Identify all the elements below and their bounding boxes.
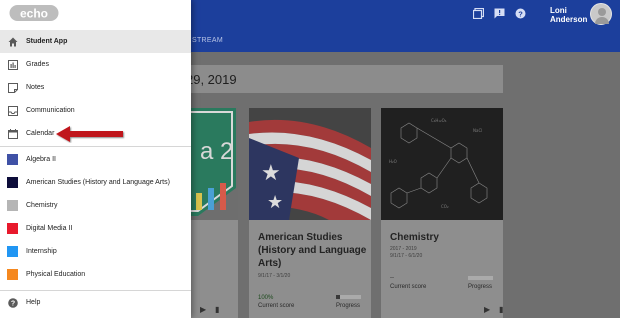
tab-stream[interactable]: STREAM bbox=[192, 37, 223, 44]
nav-course-chemistry[interactable]: Chemistry bbox=[0, 194, 191, 217]
american-studies-progress-label: Progress bbox=[336, 303, 361, 309]
course-color-swatch bbox=[7, 200, 18, 211]
algebra-card-actions: ▶ ▮ bbox=[200, 305, 224, 314]
nav-label: Notes bbox=[26, 84, 45, 91]
american-studies-dates: 9/1/17 - 3/1/20 bbox=[258, 273, 291, 279]
nav-course-physical-education[interactable]: Physical Education bbox=[0, 263, 191, 286]
course-card-chemistry[interactable]: C₆H₁₂O₆ H₂O NaCl CO₂ Chemistry 2017 - 20… bbox=[381, 108, 503, 318]
american-studies-progress-fill bbox=[336, 295, 340, 299]
nav-label: Grades bbox=[26, 61, 49, 68]
avatar[interactable] bbox=[590, 3, 612, 25]
chemistry-score-label: Current score bbox=[390, 284, 427, 290]
user-name[interactable]: Loni Anderson bbox=[550, 6, 587, 24]
svg-text:CO₂: CO₂ bbox=[441, 204, 449, 209]
gallery-icon[interactable] bbox=[472, 7, 485, 20]
svg-text:C₆H₁₂O₆: C₆H₁₂O₆ bbox=[431, 118, 447, 123]
american-flag-image: ★ ★ bbox=[249, 108, 371, 220]
note-icon bbox=[7, 82, 18, 93]
stats-icon[interactable]: ▮ bbox=[499, 305, 508, 314]
chemistry-progress-bar bbox=[468, 276, 493, 280]
nav-course-algebra-ii[interactable]: Algebra II bbox=[0, 148, 191, 171]
course-color-swatch bbox=[7, 223, 18, 234]
course-color-swatch bbox=[7, 246, 18, 257]
feedback-icon[interactable] bbox=[494, 8, 505, 19]
current-date: 29, 2019 bbox=[186, 72, 237, 87]
home-icon bbox=[7, 36, 18, 47]
play-icon[interactable]: ▶ bbox=[200, 305, 209, 314]
course-color-swatch bbox=[7, 177, 18, 188]
american-studies-title[interactable]: American Studies (History and Language A… bbox=[258, 231, 368, 270]
chemistry-year: 2017 - 2019 bbox=[390, 246, 417, 252]
navigation-drawer: echo Student App Grades Notes Communicat… bbox=[0, 0, 191, 318]
chemistry-score: -- bbox=[390, 275, 394, 281]
nav-label: Student App bbox=[26, 38, 68, 45]
nav-notes[interactable]: Notes bbox=[0, 76, 191, 99]
header-icon-group: ? bbox=[472, 7, 526, 20]
nav-student-app[interactable]: Student App bbox=[0, 30, 191, 53]
calendar-icon bbox=[7, 128, 18, 139]
nav-grades[interactable]: Grades bbox=[0, 53, 191, 76]
stats-icon[interactable]: ▮ bbox=[215, 305, 224, 314]
play-icon[interactable]: ▶ bbox=[484, 305, 493, 314]
nav-course-american-studies[interactable]: American Studies (History and Language A… bbox=[0, 171, 191, 194]
nav-label: Help bbox=[26, 299, 41, 306]
chemistry-title[interactable]: Chemistry bbox=[390, 231, 439, 244]
svg-text:★: ★ bbox=[267, 192, 283, 213]
chemistry-progress-label: Progress bbox=[468, 284, 493, 290]
svg-text:H₂O: H₂O bbox=[389, 159, 397, 164]
bar-chart-icon bbox=[7, 59, 18, 70]
nav-label: Algebra II bbox=[26, 156, 56, 163]
nav-label: American Studies (History and Language A… bbox=[26, 179, 170, 186]
nav-label: Physical Education bbox=[26, 271, 86, 278]
help-circle-icon[interactable]: ? bbox=[515, 8, 526, 19]
american-studies-score-label: Current score bbox=[258, 303, 295, 309]
chemistry-card-actions: ▶ ▮ bbox=[484, 305, 508, 314]
user-last-name: Anderson bbox=[550, 15, 588, 24]
nav-label: Calendar bbox=[26, 130, 55, 137]
american-studies-progress-bar bbox=[336, 295, 361, 299]
nav-course-digital-media-ii[interactable]: Digital Media II bbox=[0, 217, 191, 240]
nav-label: Communication bbox=[26, 107, 75, 114]
annotation-arrow-icon bbox=[54, 125, 126, 148]
avatar-body bbox=[595, 17, 609, 24]
chemistry-card-image: C₆H₁₂O₆ H₂O NaCl CO₂ bbox=[381, 108, 503, 220]
svg-text:?: ? bbox=[518, 9, 523, 18]
svg-text:★: ★ bbox=[261, 161, 281, 186]
nav-course-internship[interactable]: Internship bbox=[0, 240, 191, 263]
user-first-name: Loni bbox=[550, 6, 567, 15]
chemistry-dates: 9/1/17 - 6/1/20 bbox=[390, 253, 423, 259]
algebra-card-partial-title: a 2 bbox=[200, 138, 234, 165]
nav-label: Digital Media II bbox=[26, 225, 73, 232]
svg-text:?: ? bbox=[10, 300, 14, 307]
nav-label: Chemistry bbox=[26, 202, 58, 209]
nav-label: Internship bbox=[26, 248, 57, 255]
avatar-head bbox=[598, 8, 606, 16]
inbox-icon bbox=[7, 105, 18, 116]
logo-text: echo bbox=[20, 7, 48, 21]
course-color-swatch bbox=[7, 154, 18, 165]
nav-help[interactable]: ? Help bbox=[0, 291, 191, 314]
svg-text:NaCl: NaCl bbox=[473, 128, 482, 133]
american-studies-score: 100% bbox=[258, 295, 274, 301]
course-card-american-studies[interactable]: ★ ★ American Studies (History and Langua… bbox=[249, 108, 371, 318]
course-color-swatch bbox=[7, 269, 18, 280]
help-circle-icon: ? bbox=[7, 297, 18, 308]
echo-logo[interactable]: echo bbox=[9, 3, 59, 23]
nav-communication[interactable]: Communication bbox=[0, 99, 191, 122]
